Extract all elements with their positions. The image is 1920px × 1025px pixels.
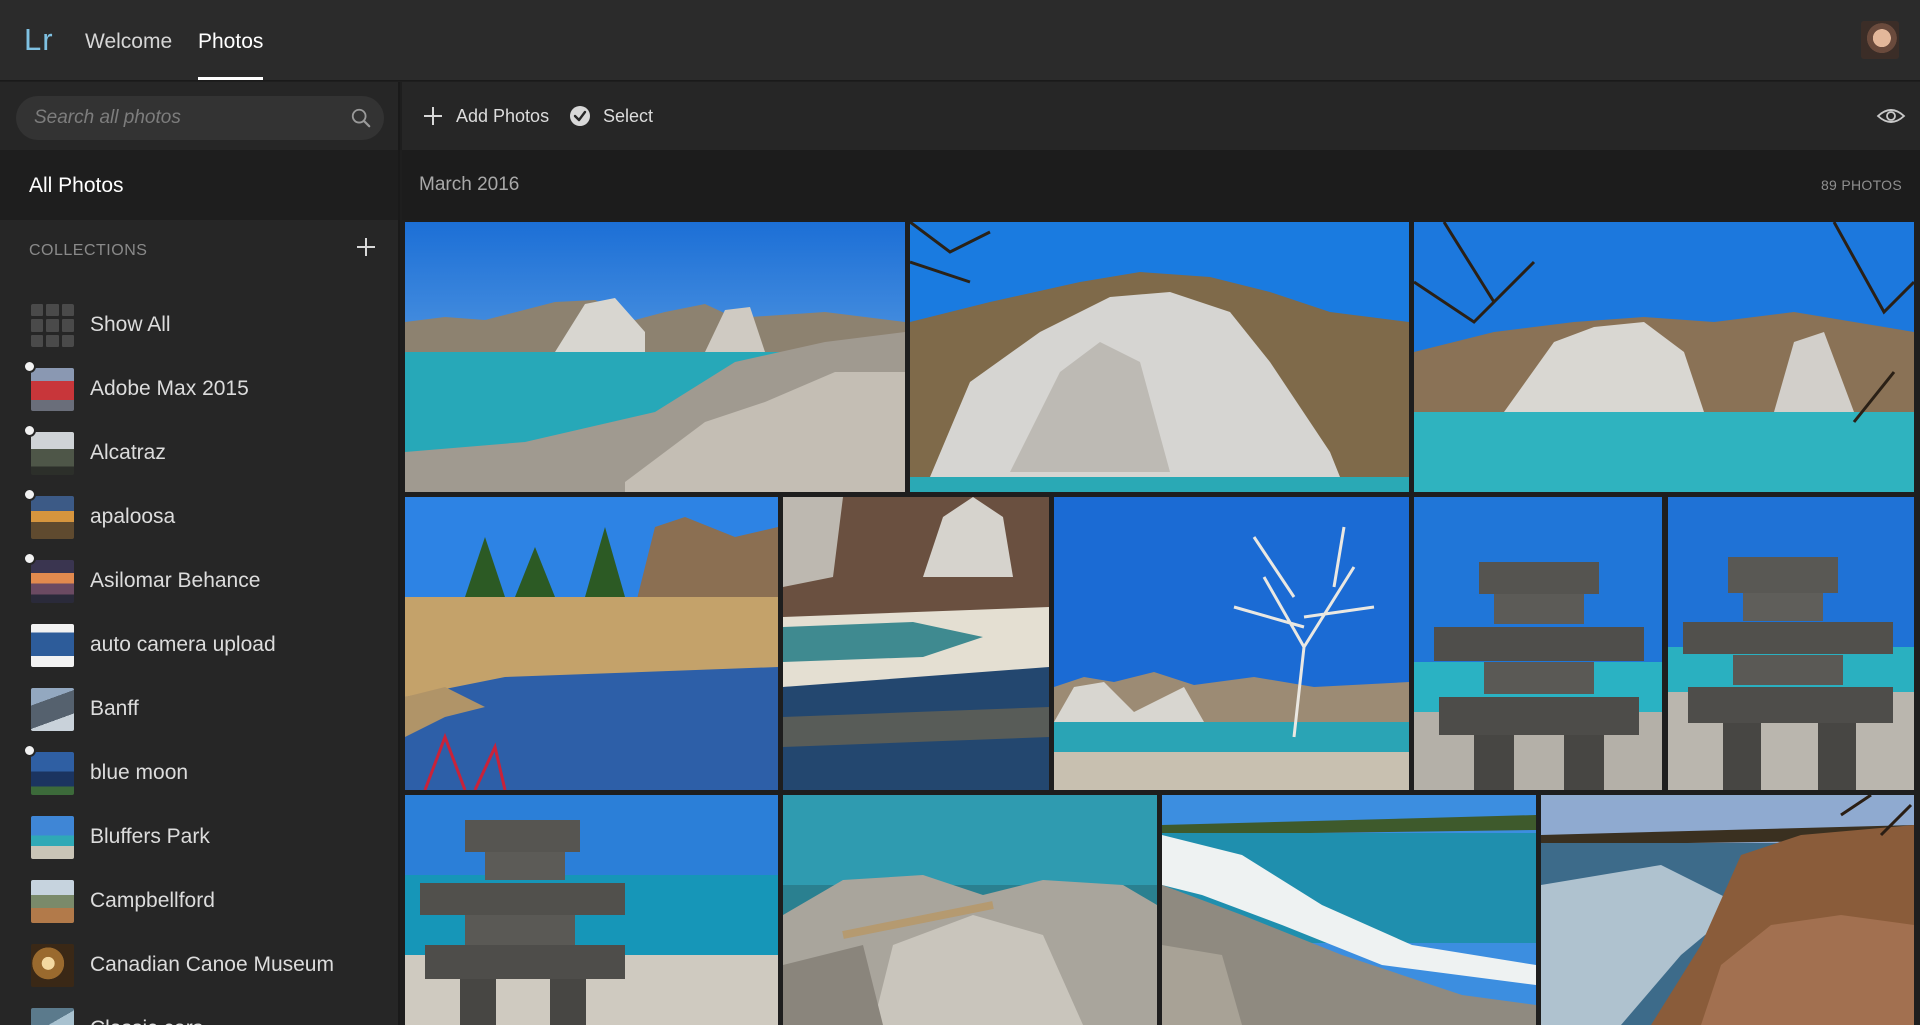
collection-thumbnail xyxy=(31,688,74,731)
photo-thumbnail[interactable] xyxy=(783,497,1049,790)
all-photos-item[interactable]: All Photos xyxy=(0,150,398,220)
collection-label: Adobe Max 2015 xyxy=(90,377,249,400)
collection-item-banff[interactable]: Banff xyxy=(0,674,398,738)
shared-globe-icon xyxy=(23,424,36,437)
photo-count: 89 PHOTOS xyxy=(1820,177,1902,193)
collection-thumbnail xyxy=(31,944,74,987)
shared-globe-icon xyxy=(23,744,36,757)
sidebar: All Photos COLLECTIONS Show All Adobe Ma… xyxy=(0,82,400,1025)
plus-icon xyxy=(424,107,442,125)
tab-welcome[interactable]: Welcome xyxy=(85,30,172,80)
all-photos-label: All Photos xyxy=(29,174,124,197)
main-toolbar: Add Photos Select xyxy=(402,82,1920,150)
collection-thumbnail xyxy=(31,752,74,795)
collection-item-classic-cars[interactable]: Classic cars xyxy=(0,994,398,1025)
collection-label: Bluffers Park xyxy=(90,825,210,848)
photo-thumbnail[interactable] xyxy=(1541,795,1914,1025)
collection-label: blue moon xyxy=(90,761,189,784)
section-month: March 2016 xyxy=(419,174,520,195)
photo-thumbnail[interactable] xyxy=(405,497,778,790)
collection-item-adobe-max-2015[interactable]: Adobe Max 2015 xyxy=(0,354,398,418)
collection-item-bluffers-park[interactable]: Bluffers Park xyxy=(0,802,398,866)
add-collection-icon[interactable] xyxy=(354,235,378,259)
photo-thumbnail[interactable] xyxy=(1054,497,1409,790)
collection-label: auto camera upload xyxy=(90,633,276,656)
lightroom-logo[interactable]: Lr xyxy=(24,22,54,58)
collection-item-campbellford[interactable]: Campbellford xyxy=(0,866,398,930)
photo-thumbnail[interactable] xyxy=(910,222,1409,492)
photo-thumbnail[interactable] xyxy=(405,222,905,492)
photo-thumbnail[interactable] xyxy=(1414,497,1662,790)
collection-item-canadian-canoe-museum[interactable]: Canadian Canoe Museum xyxy=(0,930,398,994)
date-section-header: March 2016 89 PHOTOS xyxy=(402,150,1920,220)
add-photos-label: Add Photos xyxy=(456,106,550,126)
collection-item-alcatraz[interactable]: Alcatraz xyxy=(0,418,398,482)
collection-item-asilomar-behance[interactable]: Asilomar Behance xyxy=(0,546,398,610)
collection-label: Campbellford xyxy=(90,889,215,912)
add-photos-button[interactable]: Add Photos xyxy=(422,104,552,130)
collection-label: Classic cars xyxy=(90,1017,203,1025)
collection-label: Show All xyxy=(90,313,171,336)
collections-list: Show All Adobe Max 2015 Alcatraz apaloos… xyxy=(0,290,398,1025)
search-input[interactable] xyxy=(34,105,334,131)
collection-thumbnail xyxy=(31,368,74,411)
show-all-grid-icon xyxy=(31,304,74,347)
checkmark-circle-icon xyxy=(570,106,590,126)
collection-thumbnail xyxy=(31,560,74,603)
photo-thumbnail[interactable] xyxy=(783,795,1157,1025)
collections-heading: COLLECTIONS xyxy=(29,242,148,259)
collection-label: Asilomar Behance xyxy=(90,569,261,592)
photo-thumbnail[interactable] xyxy=(405,795,778,1025)
search-icon[interactable] xyxy=(350,107,372,129)
collection-item-blue-moon[interactable]: blue moon xyxy=(0,738,398,802)
shared-globe-icon xyxy=(23,552,36,565)
shared-globe-icon xyxy=(23,360,36,373)
photo-thumbnail[interactable] xyxy=(1162,795,1536,1025)
collection-thumbnail xyxy=(31,432,74,475)
collection-label: Canadian Canoe Museum xyxy=(90,953,334,976)
collection-thumbnail xyxy=(31,624,74,667)
collection-thumbnail xyxy=(31,496,74,539)
select-label: Select xyxy=(603,106,654,126)
collection-label: Alcatraz xyxy=(90,441,166,464)
collection-label: apaloosa xyxy=(90,505,176,528)
top-bar: Lr Welcome Photos xyxy=(0,0,1920,81)
photo-thumbnail[interactable] xyxy=(1414,222,1914,492)
select-button[interactable]: Select xyxy=(569,104,669,130)
collection-label: Banff xyxy=(90,697,139,720)
photo-thumbnail[interactable] xyxy=(1668,497,1914,790)
collection-thumbnail xyxy=(31,880,74,923)
collection-thumbnail xyxy=(31,1008,74,1025)
collection-item-show-all[interactable]: Show All xyxy=(0,290,398,354)
collection-item-apaloosa[interactable]: apaloosa xyxy=(0,482,398,546)
collection-thumbnail xyxy=(31,816,74,859)
collection-item-auto-camera-upload[interactable]: auto camera upload xyxy=(0,610,398,674)
search-box xyxy=(16,96,384,140)
tab-photos[interactable]: Photos xyxy=(198,30,264,80)
shared-globe-icon xyxy=(23,488,36,501)
user-avatar[interactable] xyxy=(1861,21,1899,59)
eye-icon[interactable] xyxy=(1876,106,1906,126)
